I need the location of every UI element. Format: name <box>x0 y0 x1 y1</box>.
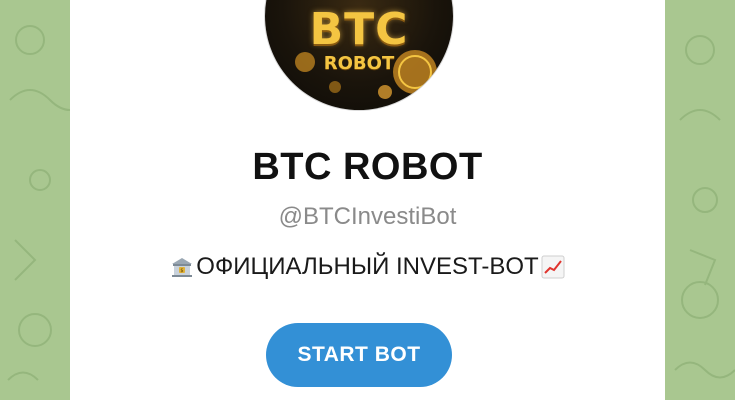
bank-emoji-icon: $ <box>172 258 193 277</box>
start-bot-button[interactable]: START BOT <box>266 323 452 387</box>
bot-description: $ ОФИЦИАЛЬНЫЙ INVEST-BOT <box>0 253 735 281</box>
bot-avatar: BTC ROBOT <box>265 0 453 110</box>
bot-username[interactable]: @BTCInvestiBot <box>0 203 735 231</box>
chart-increasing-emoji-icon <box>541 255 565 279</box>
bot-description-text: ОФИЦИАЛЬНЫЙ INVEST-BOT <box>196 253 539 280</box>
svg-text:$: $ <box>181 268 184 274</box>
bot-name: BTC ROBOT <box>252 146 483 188</box>
avatar-subtitle: ROBOT <box>323 53 395 74</box>
avatar-title: BTC <box>309 4 409 55</box>
